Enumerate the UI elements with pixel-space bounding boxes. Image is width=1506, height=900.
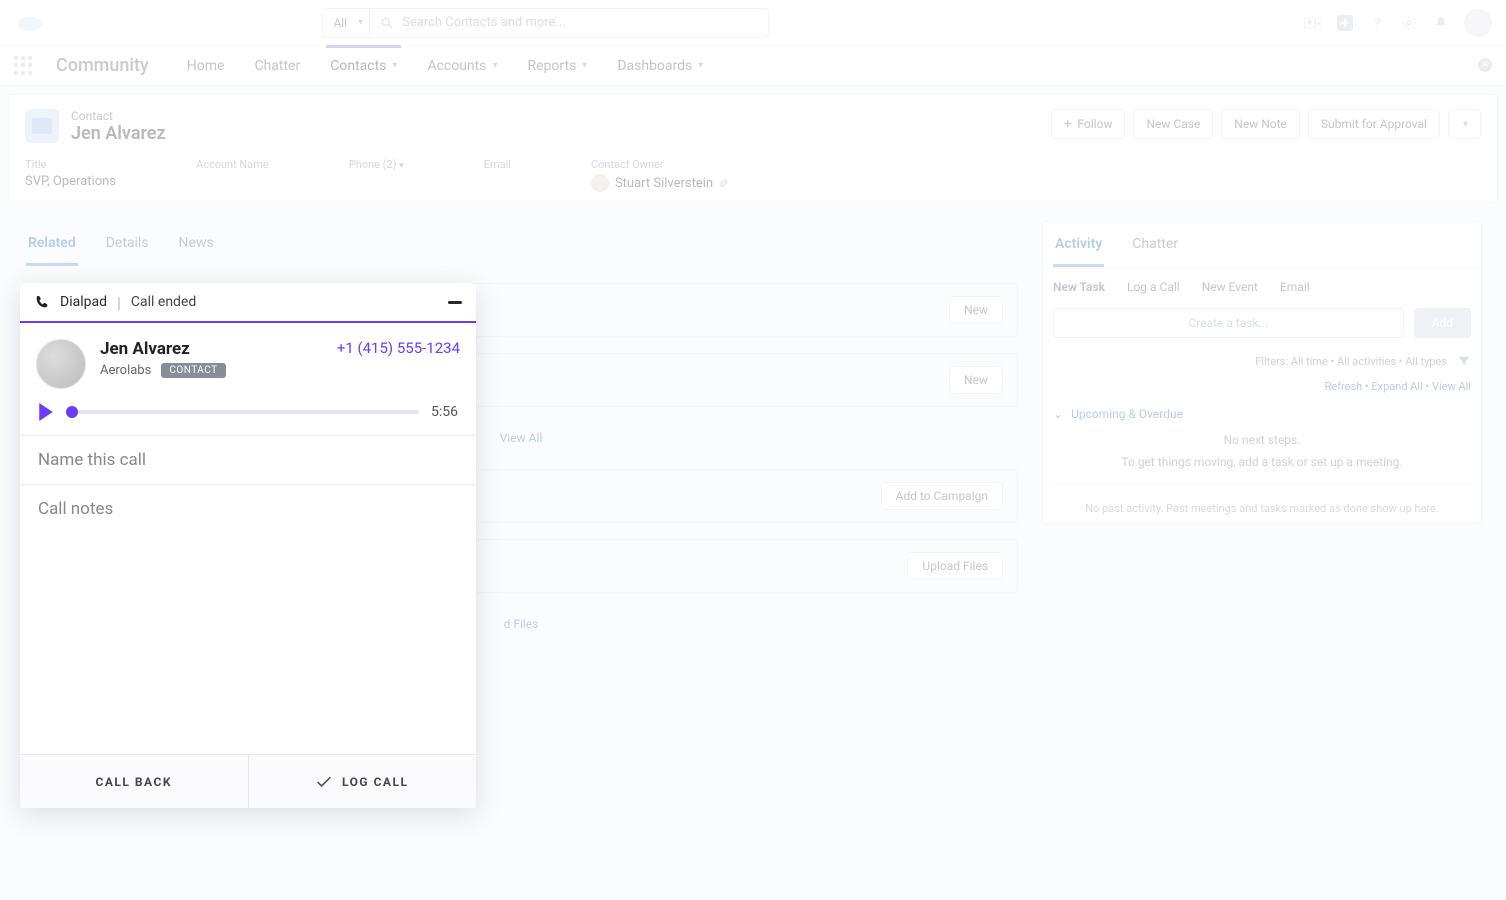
activity-panel: Activity Chatter New Task Log a Call New… (1042, 221, 1482, 524)
check-icon (316, 775, 332, 789)
upload-files-button[interactable]: Upload Files (907, 552, 1003, 580)
recording-seek-slider[interactable] (66, 410, 419, 414)
recording-duration: 5:56 (431, 404, 458, 420)
global-topbar: All Search Contacts and more... ▾ ? (0, 0, 1506, 46)
subtab-new-event[interactable]: New Event (1202, 280, 1258, 294)
create-task-input[interactable]: Create a task... (1053, 308, 1404, 338)
expand-all-link[interactable]: Expand All (1371, 380, 1422, 393)
nav-accounts[interactable]: Accounts▾ (423, 48, 501, 84)
contact-type-badge: CONTACT (161, 363, 225, 378)
log-call-button[interactable]: LOG CALL (248, 755, 477, 808)
follow-button[interactable]: +Follow (1051, 109, 1125, 139)
contact-name: Jen Alvarez (100, 339, 226, 359)
setup-gear-icon[interactable] (1400, 14, 1418, 32)
subtab-log-call[interactable]: Log a Call (1127, 280, 1180, 294)
name-this-call-input[interactable]: Name this call (20, 435, 476, 484)
no-next-steps-hint: To get things moving, add a task or set … (1043, 451, 1481, 473)
nav-reports[interactable]: Reports▾ (524, 48, 592, 84)
play-button[interactable] (38, 403, 54, 421)
subtab-new-task[interactable]: New Task (1053, 280, 1105, 294)
call-back-button[interactable]: CALL BACK (20, 755, 248, 808)
submit-approval-button[interactable]: Submit for Approval (1308, 109, 1440, 139)
tab-activity[interactable]: Activity (1053, 222, 1104, 267)
contact-phone[interactable]: +1 (415) 555-1234 (337, 339, 460, 357)
add-task-button[interactable]: Add (1414, 308, 1471, 338)
notifications-bell-icon[interactable] (1432, 14, 1450, 32)
search-icon (380, 16, 394, 30)
search-scope-label: All (333, 16, 347, 30)
field-title-label: Title (25, 158, 116, 171)
chevron-down-icon: ⌄ (1053, 407, 1063, 421)
upcoming-accordion[interactable]: ⌄Upcoming & Overdue (1043, 399, 1481, 429)
user-avatar[interactable] (1464, 9, 1492, 37)
filters-text: Filters: All time • All activities • All… (1255, 355, 1447, 368)
tab-news[interactable]: News (177, 221, 216, 266)
contact-company: Aerolabs (100, 363, 151, 378)
nav-chatter[interactable]: Chatter (250, 48, 304, 84)
tab-related[interactable]: Related (26, 221, 78, 266)
refresh-link[interactable]: Refresh (1325, 380, 1363, 393)
dialpad-header: Dialpad | Call ended (20, 283, 476, 323)
search-scope-button[interactable]: All (322, 8, 369, 38)
field-phone-label[interactable]: Phone (2) ▾ (349, 158, 404, 171)
add-to-campaign-button[interactable]: Add to Campaign (881, 482, 1003, 510)
new-case-button[interactable]: New Case (1133, 109, 1213, 139)
recording-player: 5:56 (20, 399, 476, 435)
object-navbar: Community Home Chatter Contacts▾ Account… (0, 46, 1506, 86)
subtab-email[interactable]: Email (1280, 280, 1310, 294)
record-type: Contact (71, 109, 166, 123)
no-past-activity: No past activity. Past meetings and task… (1049, 483, 1475, 523)
field-account-label: Account Name (196, 158, 269, 171)
app-launcher-icon[interactable] (14, 56, 34, 76)
dialpad-title: Dialpad (60, 294, 107, 310)
app-name: Community (56, 55, 149, 76)
help-icon[interactable]: ? (1368, 14, 1386, 32)
new-button[interactable]: New (949, 296, 1003, 324)
minimize-icon[interactable] (448, 301, 462, 304)
dialpad-panel: Dialpad | Call ended Jen Alvarez Aerolab… (20, 283, 476, 808)
chevron-down-icon: ▾ (392, 60, 397, 71)
record-name: Jen Alvarez (71, 123, 166, 144)
filter-icon[interactable] (1457, 354, 1471, 368)
close-tab-icon[interactable]: ✕ (1478, 58, 1492, 72)
salesforce-logo (14, 12, 46, 34)
field-owner-value[interactable]: Stuart Silverstein (591, 174, 729, 192)
nav-home[interactable]: Home (183, 48, 229, 84)
favorites-button[interactable]: ▾ (1304, 14, 1322, 32)
global-search-input[interactable]: Search Contacts and more... (369, 8, 769, 38)
view-all-link[interactable]: View All (1432, 380, 1471, 393)
contact-avatar (36, 339, 86, 389)
call-notes-textarea[interactable]: Call notes (20, 484, 476, 754)
phone-icon (34, 294, 50, 310)
field-owner-label: Contact Owner (591, 158, 729, 171)
nav-contacts[interactable]: Contacts▾ (326, 45, 401, 84)
more-actions-button[interactable] (1448, 109, 1481, 139)
owner-avatar (591, 174, 609, 192)
field-email-label: Email (484, 158, 511, 171)
field-title-value: SVP, Operations (25, 174, 116, 189)
tab-chatter[interactable]: Chatter (1130, 222, 1180, 267)
new-note-button[interactable]: New Note (1221, 109, 1300, 139)
new-button[interactable]: New (949, 366, 1003, 394)
call-contact-block: Jen Alvarez Aerolabs CONTACT +1 (415) 55… (20, 323, 476, 399)
svg-text:?: ? (1374, 16, 1381, 31)
add-button[interactable] (1336, 14, 1354, 32)
call-status: Call ended (131, 294, 196, 310)
contact-object-icon (25, 109, 59, 143)
nav-dashboards[interactable]: Dashboards▾ (613, 48, 707, 84)
tab-details[interactable]: Details (104, 221, 151, 266)
change-owner-icon[interactable] (719, 178, 729, 188)
record-header: Contact Jen Alvarez +Follow New Case New… (8, 94, 1498, 203)
search-placeholder: Search Contacts and more... (402, 15, 566, 30)
svg-text:▾: ▾ (1317, 19, 1321, 27)
no-next-steps: No next steps. (1043, 429, 1481, 451)
